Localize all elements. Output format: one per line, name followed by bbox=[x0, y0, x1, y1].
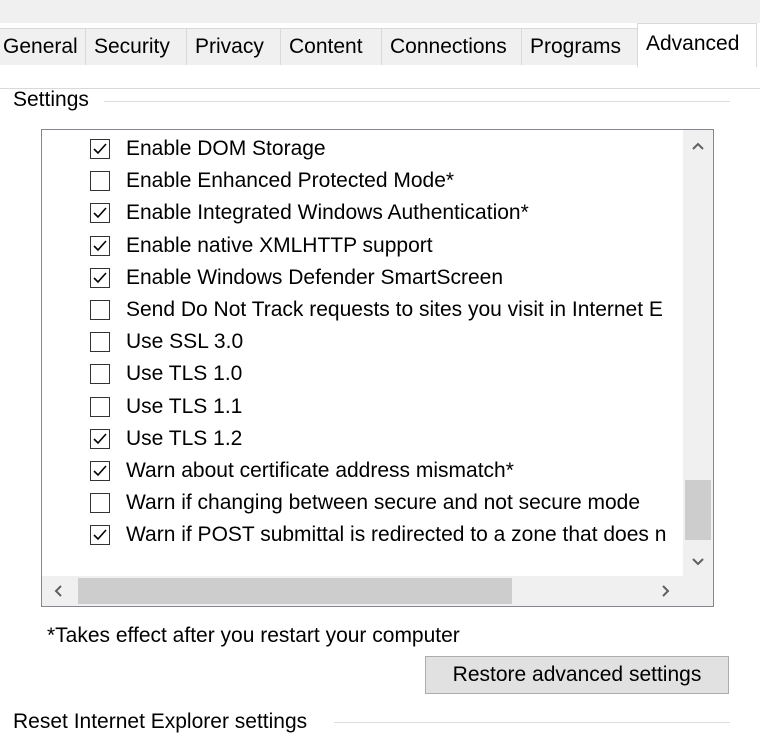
tab-programs[interactable]: Programs bbox=[521, 28, 638, 65]
tab-content[interactable]: Content bbox=[280, 28, 382, 65]
setting-checkbox[interactable] bbox=[90, 396, 110, 417]
setting-label: Use TLS 1.2 bbox=[126, 426, 243, 450]
tab-label: Content bbox=[289, 35, 363, 58]
checkmark-icon bbox=[93, 529, 107, 541]
checkmark-icon bbox=[93, 465, 107, 477]
restart-note: *Takes effect after you restart your com… bbox=[47, 624, 460, 647]
setting-label: Use SSL 3.0 bbox=[126, 330, 244, 354]
checkmark-icon bbox=[93, 433, 107, 444]
setting-checkbox[interactable] bbox=[90, 139, 110, 159]
setting-label: Use TLS 1.1 bbox=[126, 394, 243, 418]
setting-label: Enable Integrated Windows Authentication… bbox=[126, 201, 529, 225]
tab-security[interactable]: Security bbox=[85, 28, 187, 65]
checkmark-icon bbox=[93, 143, 107, 155]
setting-label: Enable Enhanced Protected Mode* bbox=[126, 169, 455, 193]
setting-label: Warn if changing between secure and not … bbox=[126, 491, 641, 515]
setting-checkbox[interactable] bbox=[90, 428, 110, 449]
tab-privacy[interactable]: Privacy bbox=[186, 28, 281, 65]
setting-checkbox[interactable] bbox=[90, 171, 110, 192]
tab-label: Programs bbox=[530, 35, 622, 58]
tab-general[interactable]: General bbox=[0, 28, 86, 65]
checkmark-icon bbox=[93, 272, 107, 283]
vertical-scroll-thumb[interactable] bbox=[685, 480, 711, 540]
setting-label: Send Do Not Track requests to sites you … bbox=[126, 298, 663, 321]
scrollbar-corner bbox=[683, 576, 713, 606]
setting-checkbox[interactable] bbox=[90, 461, 110, 481]
tab-label: Privacy bbox=[195, 35, 264, 58]
scroll-left-icon[interactable] bbox=[50, 582, 68, 600]
settings-group-label: Settings bbox=[13, 88, 99, 112]
setting-checkbox[interactable] bbox=[90, 235, 110, 256]
setting-label: Enable DOM Storage bbox=[126, 137, 326, 160]
tab-label: General bbox=[3, 35, 78, 58]
tab-divider bbox=[0, 88, 760, 89]
tab-advanced[interactable]: Advanced bbox=[637, 23, 757, 67]
setting-checkbox[interactable] bbox=[90, 525, 110, 546]
settings-list[interactable]: Enable DOM Storage Enable Enhanced Protec… bbox=[41, 129, 714, 607]
tab-label: Advanced bbox=[646, 32, 740, 55]
setting-label: Warn about certificate address mismatch* bbox=[126, 459, 514, 482]
settings-group-line bbox=[104, 101, 730, 102]
vertical-scrollbar[interactable] bbox=[683, 130, 713, 576]
scroll-right-icon[interactable] bbox=[656, 582, 674, 600]
horizontal-scrollbar[interactable] bbox=[42, 576, 683, 606]
tab-connections[interactable]: Connections bbox=[381, 28, 522, 65]
checkmark-icon bbox=[93, 207, 107, 219]
tab-label: Connections bbox=[390, 35, 507, 58]
reset-group-label: Reset Internet Explorer settings bbox=[13, 710, 308, 733]
setting-checkbox[interactable] bbox=[90, 203, 110, 224]
scroll-down-icon[interactable] bbox=[689, 552, 707, 570]
setting-label: Enable native XMLHTTP support bbox=[126, 233, 433, 257]
setting-checkbox[interactable] bbox=[90, 364, 110, 385]
setting-label: Enable Windows Defender SmartScreen bbox=[126, 265, 504, 289]
scroll-up-icon[interactable] bbox=[689, 138, 707, 156]
tab-label: Security bbox=[94, 35, 170, 58]
setting-checkbox[interactable] bbox=[90, 332, 110, 353]
tab-strip: General Security Privacy Content Connect… bbox=[0, 23, 760, 89]
setting-checkbox[interactable] bbox=[90, 267, 110, 288]
restore-advanced-settings-button[interactable]: Restore advanced settings bbox=[425, 656, 729, 694]
window-top-strip bbox=[0, 0, 760, 23]
setting-label: Warn if POST submittal is redirected to … bbox=[126, 523, 667, 547]
checkmark-icon bbox=[93, 240, 107, 251]
horizontal-scroll-thumb[interactable] bbox=[78, 578, 512, 604]
setting-checkbox[interactable] bbox=[90, 300, 110, 320]
setting-checkbox[interactable] bbox=[90, 493, 110, 514]
setting-label: Use TLS 1.0 bbox=[126, 362, 243, 386]
